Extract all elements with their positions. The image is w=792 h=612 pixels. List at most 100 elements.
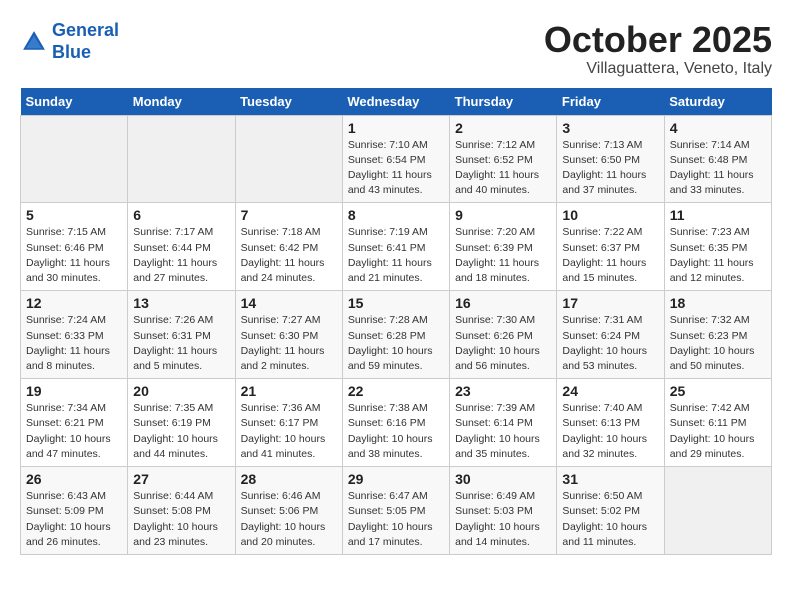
weekday-header-tuesday: Tuesday (235, 88, 342, 116)
day-info: Sunrise: 7:24 AM Sunset: 6:33 PM Dayligh… (26, 313, 122, 374)
day-info: Sunrise: 7:20 AM Sunset: 6:39 PM Dayligh… (455, 225, 551, 286)
day-info: Sunrise: 7:42 AM Sunset: 6:11 PM Dayligh… (670, 401, 766, 462)
day-number: 25 (670, 383, 766, 399)
day-number: 6 (133, 207, 229, 223)
day-number: 5 (26, 207, 122, 223)
page-header: General Blue October 2025 Villaguattera,… (20, 20, 772, 78)
day-info: Sunrise: 7:28 AM Sunset: 6:28 PM Dayligh… (348, 313, 444, 374)
weekday-header-row: SundayMondayTuesdayWednesdayThursdayFrid… (21, 88, 772, 116)
calendar-cell (128, 115, 235, 203)
day-info: Sunrise: 7:30 AM Sunset: 6:26 PM Dayligh… (455, 313, 551, 374)
weekday-header-monday: Monday (128, 88, 235, 116)
day-number: 20 (133, 383, 229, 399)
day-number: 24 (562, 383, 658, 399)
day-number: 30 (455, 471, 551, 487)
title-block: October 2025 Villaguattera, Veneto, Ital… (544, 20, 772, 78)
day-number: 21 (241, 383, 337, 399)
day-info: Sunrise: 6:44 AM Sunset: 5:08 PM Dayligh… (133, 489, 229, 550)
day-number: 10 (562, 207, 658, 223)
day-info: Sunrise: 7:10 AM Sunset: 6:54 PM Dayligh… (348, 138, 444, 199)
weekday-header-wednesday: Wednesday (342, 88, 449, 116)
day-info: Sunrise: 7:34 AM Sunset: 6:21 PM Dayligh… (26, 401, 122, 462)
day-info: Sunrise: 7:18 AM Sunset: 6:42 PM Dayligh… (241, 225, 337, 286)
day-number: 4 (670, 120, 766, 136)
calendar-week-3: 12Sunrise: 7:24 AM Sunset: 6:33 PM Dayli… (21, 291, 772, 379)
calendar-cell: 5 Sunrise: 7:15 AM Sunset: 6:46 PM Daylig… (21, 203, 128, 291)
calendar-cell: 24 Sunrise: 7:40 AM Sunset: 6:13 PM Dayli… (557, 379, 664, 467)
day-info: Sunrise: 6:46 AM Sunset: 5:06 PM Dayligh… (241, 489, 337, 550)
day-info: Sunrise: 7:36 AM Sunset: 6:17 PM Dayligh… (241, 401, 337, 462)
day-number: 11 (670, 207, 766, 223)
day-info: Sunrise: 7:32 AM Sunset: 6:23 PM Dayligh… (670, 313, 766, 374)
day-number: 18 (670, 295, 766, 311)
calendar-cell: 27 Sunrise: 6:44 AM Sunset: 5:08 PM Dayli… (128, 467, 235, 555)
calendar-cell: 3 Sunrise: 7:13 AM Sunset: 6:50 PM Daylig… (557, 115, 664, 203)
calendar-cell: 26 Sunrise: 6:43 AM Sunset: 5:09 PM Dayli… (21, 467, 128, 555)
calendar-cell: 21 Sunrise: 7:36 AM Sunset: 6:17 PM Dayli… (235, 379, 342, 467)
day-info: Sunrise: 7:40 AM Sunset: 6:13 PM Dayligh… (562, 401, 658, 462)
calendar-cell: 20 Sunrise: 7:35 AM Sunset: 6:19 PM Dayli… (128, 379, 235, 467)
calendar-cell: 4Sunrise: 7:14 AM Sunset: 6:48 PM Daylig… (664, 115, 771, 203)
day-number: 2 (455, 120, 551, 136)
day-number: 16 (455, 295, 551, 311)
day-number: 19 (26, 383, 122, 399)
day-info: Sunrise: 7:26 AM Sunset: 6:31 PM Dayligh… (133, 313, 229, 374)
calendar-cell: 13Sunrise: 7:26 AM Sunset: 6:31 PM Dayli… (128, 291, 235, 379)
calendar-cell: 28 Sunrise: 6:46 AM Sunset: 5:06 PM Dayli… (235, 467, 342, 555)
day-number: 9 (455, 207, 551, 223)
day-number: 8 (348, 207, 444, 223)
day-info: Sunrise: 7:39 AM Sunset: 6:14 PM Dayligh… (455, 401, 551, 462)
weekday-header-thursday: Thursday (450, 88, 557, 116)
calendar-week-1: 1 Sunrise: 7:10 AM Sunset: 6:54 PM Daylig… (21, 115, 772, 203)
day-info: Sunrise: 7:23 AM Sunset: 6:35 PM Dayligh… (670, 225, 766, 286)
calendar-cell: 16 Sunrise: 7:30 AM Sunset: 6:26 PM Dayli… (450, 291, 557, 379)
calendar-cell: 22 Sunrise: 7:38 AM Sunset: 6:16 PM Dayli… (342, 379, 449, 467)
day-number: 17 (562, 295, 658, 311)
day-info: Sunrise: 6:49 AM Sunset: 5:03 PM Dayligh… (455, 489, 551, 550)
day-info: Sunrise: 7:35 AM Sunset: 6:19 PM Dayligh… (133, 401, 229, 462)
calendar-cell: 9 Sunrise: 7:20 AM Sunset: 6:39 PM Daylig… (450, 203, 557, 291)
day-number: 22 (348, 383, 444, 399)
calendar-cell: 23Sunrise: 7:39 AM Sunset: 6:14 PM Dayli… (450, 379, 557, 467)
calendar-cell: 18 Sunrise: 7:32 AM Sunset: 6:23 PM Dayli… (664, 291, 771, 379)
day-info: Sunrise: 6:43 AM Sunset: 5:09 PM Dayligh… (26, 489, 122, 550)
day-number: 3 (562, 120, 658, 136)
logo-text: General Blue (52, 20, 119, 63)
day-number: 26 (26, 471, 122, 487)
day-number: 27 (133, 471, 229, 487)
calendar-table: SundayMondayTuesdayWednesdayThursdayFrid… (20, 88, 772, 555)
day-info: Sunrise: 7:22 AM Sunset: 6:37 PM Dayligh… (562, 225, 658, 286)
calendar-cell: 25 Sunrise: 7:42 AM Sunset: 6:11 PM Dayli… (664, 379, 771, 467)
calendar-cell (664, 467, 771, 555)
calendar-cell: 1 Sunrise: 7:10 AM Sunset: 6:54 PM Daylig… (342, 115, 449, 203)
day-info: Sunrise: 7:13 AM Sunset: 6:50 PM Dayligh… (562, 138, 658, 199)
day-info: Sunrise: 7:15 AM Sunset: 6:46 PM Dayligh… (26, 225, 122, 286)
day-number: 29 (348, 471, 444, 487)
calendar-cell: 7 Sunrise: 7:18 AM Sunset: 6:42 PM Daylig… (235, 203, 342, 291)
day-info: Sunrise: 7:17 AM Sunset: 6:44 PM Dayligh… (133, 225, 229, 286)
day-info: Sunrise: 6:47 AM Sunset: 5:05 PM Dayligh… (348, 489, 444, 550)
logo: General Blue (20, 20, 119, 63)
calendar-cell: 19 Sunrise: 7:34 AM Sunset: 6:21 PM Dayli… (21, 379, 128, 467)
day-number: 28 (241, 471, 337, 487)
calendar-cell: 14 Sunrise: 7:27 AM Sunset: 6:30 PM Dayli… (235, 291, 342, 379)
day-info: Sunrise: 7:27 AM Sunset: 6:30 PM Dayligh… (241, 313, 337, 374)
calendar-week-2: 5 Sunrise: 7:15 AM Sunset: 6:46 PM Daylig… (21, 203, 772, 291)
calendar-cell: 8Sunrise: 7:19 AM Sunset: 6:41 PM Daylig… (342, 203, 449, 291)
calendar-cell (21, 115, 128, 203)
day-info: Sunrise: 7:31 AM Sunset: 6:24 PM Dayligh… (562, 313, 658, 374)
calendar-cell: 17 Sunrise: 7:31 AM Sunset: 6:24 PM Dayli… (557, 291, 664, 379)
day-number: 7 (241, 207, 337, 223)
calendar-cell: 30 Sunrise: 6:49 AM Sunset: 5:03 PM Dayli… (450, 467, 557, 555)
calendar-cell: 15Sunrise: 7:28 AM Sunset: 6:28 PM Dayli… (342, 291, 449, 379)
day-number: 1 (348, 120, 444, 136)
day-info: Sunrise: 7:12 AM Sunset: 6:52 PM Dayligh… (455, 138, 551, 199)
calendar-week-5: 26 Sunrise: 6:43 AM Sunset: 5:09 PM Dayli… (21, 467, 772, 555)
day-info: Sunrise: 6:50 AM Sunset: 5:02 PM Dayligh… (562, 489, 658, 550)
day-info: Sunrise: 7:38 AM Sunset: 6:16 PM Dayligh… (348, 401, 444, 462)
calendar-cell: 11 Sunrise: 7:23 AM Sunset: 6:35 PM Dayli… (664, 203, 771, 291)
day-number: 14 (241, 295, 337, 311)
calendar-cell: 12Sunrise: 7:24 AM Sunset: 6:33 PM Dayli… (21, 291, 128, 379)
weekday-header-friday: Friday (557, 88, 664, 116)
weekday-header-saturday: Saturday (664, 88, 771, 116)
